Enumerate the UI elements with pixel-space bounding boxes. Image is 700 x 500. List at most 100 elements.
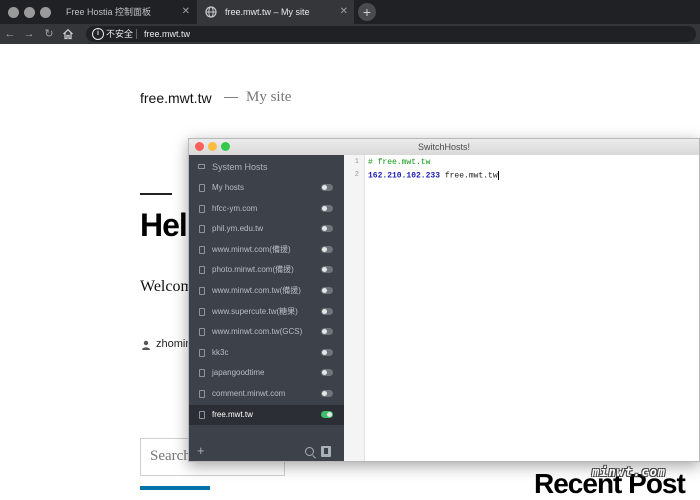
post-excerpt: Welcom — [140, 278, 193, 295]
code-line-comment[interactable]: # free.mwt.tw — [368, 158, 430, 167]
sidebar-item-host[interactable]: www.minwt.com.tw(GCS) — [189, 322, 344, 342]
switchhosts-window: SwitchHosts! System Hosts My hosts hfcc-y… — [188, 138, 700, 462]
document-icon — [199, 410, 205, 419]
sidebar-item-host[interactable]: phil.ym.edu.tw — [189, 219, 344, 239]
sidebar-item-label: System Hosts — [212, 162, 268, 172]
sidebar-item-label: www.minwt.com.tw(備援) — [212, 286, 301, 295]
toggle-knob — [322, 308, 327, 314]
toggle-switch[interactable] — [321, 348, 333, 356]
sidebar-item-label: phil.ym.edu.tw — [212, 224, 264, 234]
security-label[interactable]: 不安全 — [106, 26, 133, 42]
forward-arrow-icon[interactable]: → — [22, 26, 36, 42]
search-placeholder: Search — [150, 448, 191, 464]
sidebar-item-system-hosts[interactable]: System Hosts — [189, 157, 344, 177]
text-cursor — [497, 171, 499, 180]
info-icon[interactable]: i — [92, 28, 104, 40]
document-icon — [199, 184, 205, 192]
divider — [140, 193, 172, 195]
sidebar-item-host[interactable]: www.minwt.com(備援) — [189, 240, 344, 260]
minimize-window-button[interactable] — [24, 7, 35, 18]
toggle-knob — [322, 391, 327, 396]
user-icon — [142, 340, 150, 350]
divider — [136, 29, 137, 39]
search-button[interactable] — [140, 486, 210, 490]
toggle-knob — [322, 267, 327, 273]
tab-free-hostia[interactable]: Free Hostia 控制面板 ✕ — [58, 0, 196, 24]
toggle-switch[interactable] — [321, 225, 333, 233]
toggle-switch[interactable] — [321, 204, 333, 212]
omnibox[interactable]: i 不安全 free.mwt.tw — [86, 26, 696, 42]
toggle-switch[interactable] — [321, 287, 333, 294]
back-arrow-icon[interactable]: ← — [3, 26, 17, 42]
tab-close-icon[interactable]: ✕ — [182, 0, 190, 24]
toggle-switch[interactable] — [321, 369, 333, 377]
document-icon — [199, 204, 205, 213]
toggle-switch[interactable] — [321, 307, 333, 315]
sidebar-item-host[interactable]: free.mwt.tw — [189, 404, 344, 425]
settings-icon[interactable] — [321, 446, 331, 457]
plus-icon[interactable]: + — [358, 3, 376, 21]
sidebar-item-label: www.minwt.com.tw(GCS) — [212, 327, 303, 337]
toggle-knob — [327, 411, 332, 417]
reload-icon[interactable]: ↻ — [42, 26, 56, 42]
browser-tab-bar: Free Hostia 控制面板 ✕ free.mwt.tw – My site… — [0, 0, 700, 24]
toggle-switch[interactable] — [321, 266, 333, 274]
line-number: 2 — [354, 171, 359, 179]
sidebar-item-host[interactable]: www.supercute.tw(糖果) — [189, 302, 344, 322]
document-icon — [199, 245, 205, 254]
host-ip: 162.210.102.233 — [368, 171, 441, 181]
switchhosts-titlebar[interactable]: SwitchHosts! — [189, 139, 699, 156]
toggle-knob — [322, 329, 327, 335]
tab-label: free.mwt.tw – My site — [225, 7, 310, 17]
home-icon[interactable] — [62, 28, 74, 40]
sidebar-item-host[interactable]: www.minwt.com.tw(備援) — [189, 281, 344, 301]
toggle-knob — [322, 370, 327, 376]
search-icon[interactable] — [305, 447, 314, 456]
document-icon — [199, 328, 205, 337]
site-title[interactable]: free.mwt.tw — [140, 90, 212, 106]
document-icon — [199, 348, 205, 357]
toggle-switch[interactable] — [321, 245, 333, 253]
document-icon — [199, 369, 205, 378]
close-window-button[interactable] — [8, 7, 19, 18]
address-bar: ← → ↻ i 不安全 free.mwt.tw — [0, 24, 700, 44]
toggle-switch[interactable] — [321, 184, 333, 191]
sidebar-item-label: comment.minwt.com — [212, 389, 286, 398]
document-icon — [199, 266, 205, 275]
url-text[interactable]: free.mwt.tw — [144, 26, 190, 42]
line-number: 1 — [354, 158, 359, 166]
document-icon — [199, 390, 205, 398]
sidebar-item-host[interactable]: photo.minwt.com(備援) — [189, 260, 344, 280]
sidebar-item-label: japangoodtime — [212, 368, 265, 378]
sidebar-item-host[interactable]: comment.minwt.com — [189, 384, 344, 404]
zoom-window-button[interactable] — [40, 7, 51, 18]
monitor-icon — [198, 164, 205, 169]
sidebar-item-label: www.supercute.tw(糖果) — [212, 306, 298, 316]
sidebar-item-label: hfcc-ym.com — [212, 203, 258, 213]
hosts-editor[interactable]: 1 2 # free.mwt.tw 162.210.102.233 free.m… — [344, 155, 699, 461]
sidebar-item-label: www.minwt.com(備援) — [212, 244, 291, 254]
toggle-knob — [322, 288, 327, 293]
window-title: SwitchHosts! — [417, 142, 470, 152]
sidebar-item-host[interactable]: My hosts — [189, 178, 344, 198]
tab-label: Free Hostia 控制面板 — [66, 7, 152, 17]
host-name: free.mwt.tw — [444, 171, 498, 181]
toggle-switch[interactable] — [321, 410, 333, 418]
sidebar-item-host[interactable]: kk3c — [189, 343, 344, 363]
toggle-knob — [322, 226, 327, 232]
tab-free-mwt[interactable]: free.mwt.tw – My site ✕ — [197, 0, 354, 24]
post-heading[interactable]: Hel — [140, 207, 188, 244]
sidebar-item-host[interactable]: hfcc-ym.com — [189, 199, 344, 219]
plus-icon[interactable]: + — [197, 443, 205, 458]
toggle-knob — [322, 185, 327, 190]
toggle-knob — [322, 205, 327, 211]
code-line-host-entry[interactable]: 162.210.102.233 free.mwt.tw — [368, 171, 499, 181]
hosts-sidebar: System Hosts My hosts hfcc-ym.com phil.ym.… — [189, 155, 344, 461]
tab-close-icon[interactable]: ✕ — [340, 0, 348, 24]
site-description: My site — [246, 89, 292, 105]
sidebar-item-host[interactable]: japangoodtime — [189, 363, 344, 383]
toggle-switch[interactable] — [321, 390, 333, 397]
post-author[interactable]: zhomin — [156, 338, 191, 350]
toggle-switch[interactable] — [321, 328, 333, 336]
line-number-gutter: 1 2 — [344, 155, 365, 461]
